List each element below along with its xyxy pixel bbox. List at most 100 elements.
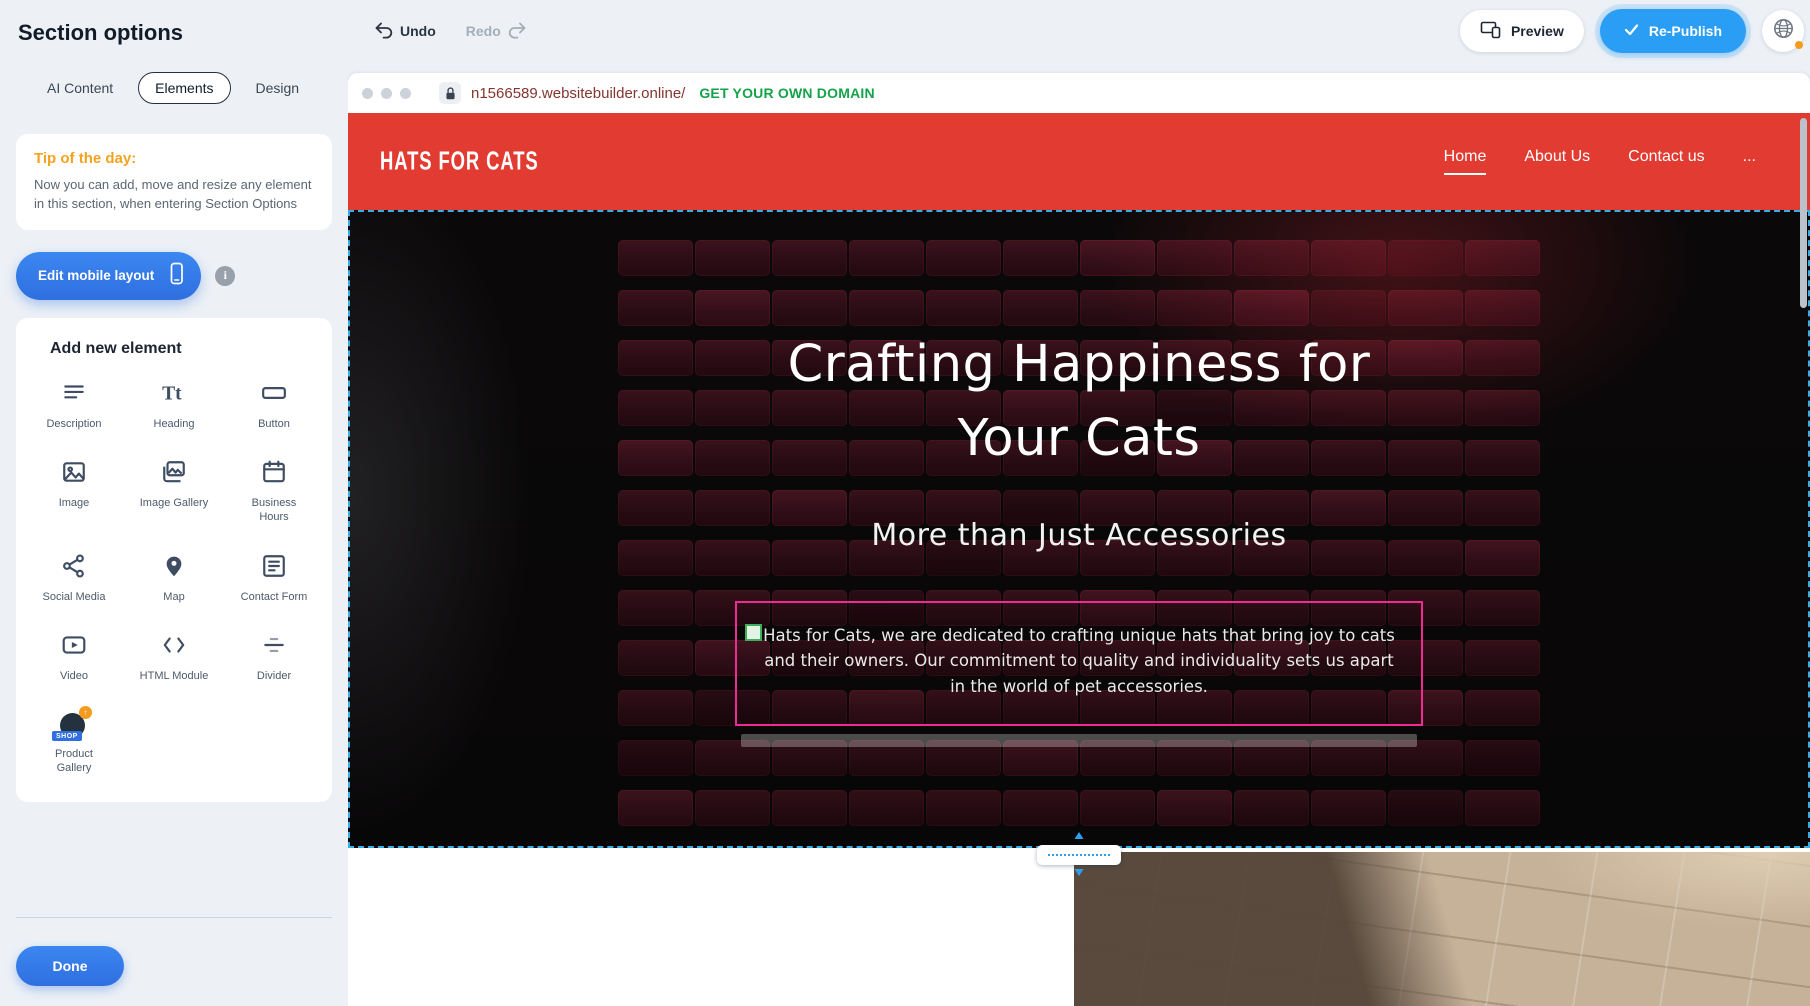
phone-icon: [168, 262, 185, 289]
hat-tile: [926, 790, 1001, 826]
mobile-layout-row: Edit mobile layout i: [16, 252, 332, 300]
section-options-panel: Section options AI Content Elements Desi…: [0, 0, 348, 1006]
republish-label: Re-Publish: [1649, 23, 1722, 39]
page-scrollbar-thumb[interactable]: [1800, 118, 1807, 308]
panel-title: Section options: [18, 20, 348, 46]
element-map[interactable]: Map: [124, 553, 224, 604]
element-image[interactable]: Image: [24, 459, 124, 525]
tip-of-the-day-card: Tip of the day: Now you can add, move an…: [16, 134, 332, 230]
republish-button[interactable]: Re-Publish: [1600, 9, 1746, 53]
site-header[interactable]: HATS FOR CATS Home About Us Contact us .…: [348, 113, 1810, 210]
nav-item-home[interactable]: Home: [1444, 148, 1487, 175]
hero-paragraph-selected[interactable]: Hats for Cats, we are dedicated to craft…: [735, 601, 1423, 726]
hat-tile: [849, 290, 924, 326]
business-hours-icon: [261, 459, 287, 488]
hero-section-selected[interactable]: Crafting Happiness for Your Cats More th…: [348, 210, 1810, 848]
tab-elements[interactable]: Elements: [138, 72, 230, 104]
hero-title[interactable]: Crafting Happiness for Your Cats: [744, 328, 1414, 476]
hero-paragraph-text: Hats for Cats, we are dedicated to craft…: [761, 623, 1397, 700]
heading-icon: Tt: [161, 380, 187, 409]
edit-mobile-layout-button[interactable]: Edit mobile layout: [16, 252, 201, 300]
hat-tile: [618, 790, 693, 826]
upgrade-arrow-icon: ↑: [79, 706, 92, 719]
window-controls: [362, 88, 411, 99]
sidebar-divider: [16, 917, 332, 918]
done-button[interactable]: Done: [16, 946, 124, 986]
element-grid: Description Tt Heading Button Image Imag…: [24, 380, 324, 776]
element-description[interactable]: Description: [24, 380, 124, 431]
element-divider[interactable]: Divider: [224, 632, 324, 683]
contact-form-icon: [261, 553, 287, 582]
hero-content: Crafting Happiness for Your Cats More th…: [350, 328, 1808, 747]
element-video[interactable]: Video: [24, 632, 124, 683]
element-image-gallery[interactable]: Image Gallery: [124, 459, 224, 525]
site-logo[interactable]: HATS FOR CATS: [380, 147, 539, 176]
element-drag-handle[interactable]: [745, 624, 762, 641]
product-gallery-icon: SHOP ↑: [58, 711, 90, 739]
hat-tile: [1157, 790, 1232, 826]
redo-icon: [508, 21, 527, 42]
redo-button[interactable]: Redo: [466, 21, 527, 42]
pavement-photo: [1074, 852, 1810, 1006]
hat-tile: [1157, 240, 1232, 276]
tip-body: Now you can add, move and resize any ele…: [34, 176, 314, 214]
undo-icon: [374, 21, 393, 42]
hat-tile: [1003, 290, 1078, 326]
hat-tile: [1465, 290, 1540, 326]
preview-button[interactable]: Preview: [1460, 10, 1584, 52]
divider-icon: [261, 632, 287, 661]
devices-icon: [1480, 20, 1501, 42]
hat-tile: [772, 240, 847, 276]
hat-tile: [1080, 790, 1155, 826]
element-business-hours[interactable]: Business Hours: [224, 459, 324, 525]
language-globe-button[interactable]: [1762, 10, 1804, 52]
browser-address-bar: n1566589.websitebuilder.online/ GET YOUR…: [348, 73, 1810, 113]
social-media-icon: [61, 553, 87, 582]
element-ghost-bar: [741, 734, 1417, 747]
info-icon[interactable]: i: [215, 266, 235, 286]
window-dot: [381, 88, 392, 99]
hat-tile: [695, 240, 770, 276]
nav-item-more[interactable]: ...: [1743, 148, 1756, 175]
hat-tile: [772, 790, 847, 826]
hat-tile: [1234, 790, 1309, 826]
hat-tile: [1080, 240, 1155, 276]
image-gallery-icon: [161, 459, 187, 488]
element-social-media[interactable]: Social Media: [24, 553, 124, 604]
resize-arrows-icon: [1072, 831, 1086, 877]
edit-mobile-layout-label: Edit mobile layout: [38, 268, 154, 283]
site-preview-frame: n1566589.websitebuilder.online/ GET YOUR…: [348, 73, 1810, 1006]
website-canvas: HATS FOR CATS Home About Us Contact us .…: [348, 113, 1810, 1006]
hat-tile: [849, 790, 924, 826]
hero-subtitle[interactable]: More than Just Accessories: [350, 518, 1808, 553]
hat-tile: [772, 290, 847, 326]
description-icon: [61, 380, 87, 409]
image-icon: [61, 459, 87, 488]
hat-tile: [1003, 240, 1078, 276]
element-product-gallery[interactable]: SHOP ↑ Product Gallery: [24, 711, 124, 776]
element-html-module[interactable]: HTML Module: [124, 632, 224, 683]
hat-tile: [1311, 790, 1386, 826]
preview-label: Preview: [1511, 23, 1564, 39]
hat-tile: [1388, 240, 1463, 276]
hat-tile: [1311, 240, 1386, 276]
hat-tile: [1388, 290, 1463, 326]
get-domain-link[interactable]: GET YOUR OWN DOMAIN: [699, 85, 874, 101]
hat-tile: [1157, 290, 1232, 326]
panel-tabs: AI Content Elements Design: [30, 72, 348, 104]
undo-label: Undo: [400, 23, 436, 39]
nav-item-about[interactable]: About Us: [1524, 148, 1590, 175]
site-url: n1566589.websitebuilder.online/: [471, 85, 685, 102]
nav-item-contact[interactable]: Contact us: [1628, 148, 1704, 175]
element-contact-form[interactable]: Contact Form: [224, 553, 324, 604]
tab-design[interactable]: Design: [239, 72, 317, 104]
undo-button[interactable]: Undo: [374, 21, 436, 42]
tab-ai-content[interactable]: AI Content: [30, 72, 130, 104]
element-heading[interactable]: Tt Heading: [124, 380, 224, 431]
button-icon: [261, 380, 287, 409]
check-icon: [1624, 23, 1639, 39]
hat-tile: [1465, 240, 1540, 276]
element-button[interactable]: Button: [224, 380, 324, 431]
section-resize-handle[interactable]: [1034, 831, 1124, 877]
hat-tile: [1465, 790, 1540, 826]
